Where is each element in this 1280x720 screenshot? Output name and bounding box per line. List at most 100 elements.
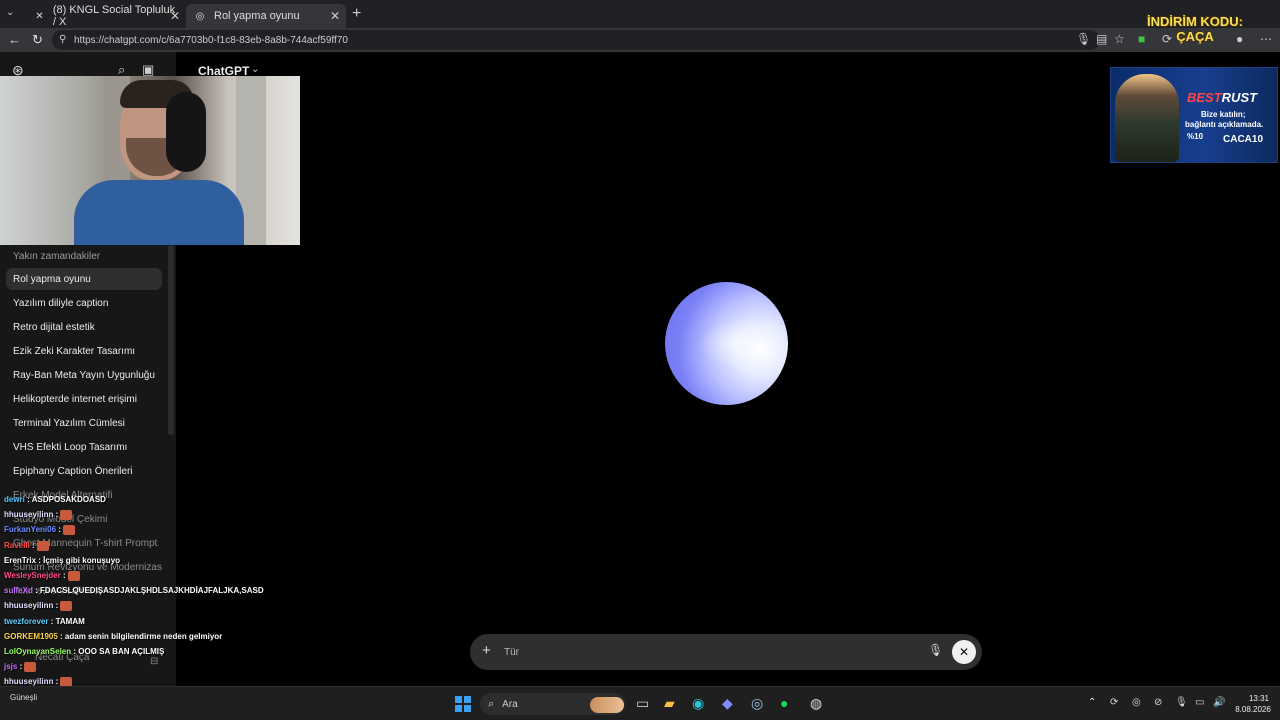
promo-code-overlay: İNDİRİM KODU: ÇAÇA bbox=[1140, 14, 1250, 44]
address-bar[interactable]: ⚲ https://chatgpt.com/c/6a7703b0-f1c8-83… bbox=[52, 30, 1100, 50]
chat-message: WesleySnejder : bbox=[4, 571, 80, 581]
display-icon[interactable]: ▭ bbox=[1195, 697, 1204, 708]
promo-line-2: ÇAÇA bbox=[1176, 29, 1214, 44]
chat-separator: : bbox=[48, 616, 56, 626]
voice-orb-highlight bbox=[700, 318, 770, 368]
ad-brand: BESTRUST bbox=[1187, 90, 1257, 105]
new-tab-icon[interactable]: + bbox=[352, 5, 361, 23]
conversation-item[interactable]: Rol yapma oyunu bbox=[6, 268, 162, 290]
conversation-item[interactable]: VHS Efekti Loop Tasarımı bbox=[6, 436, 162, 458]
chat-emote bbox=[36, 540, 49, 551]
browser-toolbar: ← ↻ ⚲ https://chatgpt.com/c/6a7703b0-f1c… bbox=[0, 28, 1280, 52]
recents-header: Yakın zamandakiler bbox=[13, 251, 101, 262]
ad-soldier-image bbox=[1115, 74, 1179, 162]
chat-separator: : bbox=[32, 586, 41, 596]
microphone-icon[interactable]: 🎙 bbox=[1076, 32, 1091, 46]
chat-separator: : bbox=[53, 601, 61, 611]
reload-icon[interactable]: ↻ bbox=[32, 32, 43, 48]
chat-separator: : bbox=[56, 525, 64, 535]
end-voice-button[interactable]: ✕ bbox=[952, 640, 976, 664]
taskbar-search-label: Ara bbox=[502, 698, 518, 710]
chat-emote bbox=[63, 525, 76, 536]
mic-tray-icon[interactable]: 🎙 bbox=[1175, 697, 1188, 708]
promo-line-1: İNDİRİM KODU: bbox=[1146, 14, 1244, 29]
ad-banner: BESTRUST Bize katılın; bağlantı açıklama… bbox=[1110, 67, 1278, 163]
steam-tray-icon[interactable]: ◎ bbox=[1132, 697, 1141, 708]
add-attachment-icon[interactable]: + bbox=[482, 642, 491, 659]
weather-widget[interactable]: Güneşli bbox=[10, 693, 37, 702]
message-input[interactable] bbox=[504, 643, 904, 661]
reader-mode-icon[interactable]: ▤ bbox=[1096, 32, 1107, 46]
close-tab-icon[interactable]: ✕ bbox=[170, 9, 180, 23]
sidebar-scrollbar[interactable] bbox=[168, 245, 174, 435]
conversation-item[interactable]: Helikopterde internet erişimi bbox=[6, 388, 162, 410]
chevron-down-icon[interactable]: ⌄ bbox=[251, 64, 259, 75]
microphone-icon[interactable]: 🎙 bbox=[928, 643, 943, 657]
headset bbox=[166, 92, 206, 172]
conversation-item[interactable]: Retro dijital estetik bbox=[6, 316, 162, 338]
chat-emote bbox=[67, 571, 80, 581]
chat-separator: : bbox=[60, 571, 68, 581]
conversation-item[interactable]: Terminal Yazılım Cümlesi bbox=[6, 412, 162, 434]
composer: + 🎙 ✕ bbox=[470, 634, 982, 670]
search-icon: ⌕ bbox=[488, 697, 495, 710]
chat-message: GORKEM1905 : adam senin bilgilendirme ne… bbox=[4, 632, 222, 641]
volume-icon[interactable]: 🔊 bbox=[1213, 697, 1225, 708]
conversation-item[interactable]: Yazılım diliyle caption bbox=[6, 292, 162, 314]
chat-username: hhuuseyilinn bbox=[4, 510, 54, 520]
more-menu-icon[interactable]: ⋯ bbox=[1260, 32, 1272, 46]
ad-brand-b: RUST bbox=[1221, 90, 1258, 105]
favorite-star-icon[interactable]: ☆ bbox=[1114, 32, 1125, 46]
chat-message: jsjs : bbox=[4, 662, 37, 673]
steam-icon[interactable]: ◎ bbox=[751, 695, 763, 712]
ad-brand-a: BEST bbox=[1187, 90, 1222, 105]
chat-message: FurkanYeni06 : bbox=[4, 525, 76, 536]
clock-time[interactable]: 13:31 bbox=[1244, 694, 1274, 703]
chat-text: adam senin bilgilendirme neden gelmiyor bbox=[64, 631, 223, 641]
chat-message: twezforever : TAMAM bbox=[4, 617, 85, 626]
tab-x-social[interactable]: ✕ (8) KNGL Social Topluluk / X ✕ bbox=[26, 4, 186, 28]
network-off-icon[interactable]: ⊘ bbox=[1154, 697, 1162, 708]
chat-message: hhuuseyilinn : bbox=[4, 601, 73, 612]
ad-line-2: bağlantı açıklamada. bbox=[1185, 120, 1264, 129]
ad-discount: %10 bbox=[1187, 132, 1204, 141]
browser-tab-bar: ⌄ ✕ (8) KNGL Social Topluluk / X ✕ ◎ Rol… bbox=[0, 0, 1280, 28]
chat-username: hhuuseyilinn bbox=[4, 601, 54, 611]
search-highlight-decoration bbox=[590, 697, 624, 713]
chat-username: ErenTrix bbox=[4, 555, 37, 565]
conversation-item[interactable]: Ray-Ban Meta Yayın Uygunluğu bbox=[6, 364, 162, 386]
tab-list-chevron-icon[interactable]: ⌄ bbox=[6, 7, 20, 21]
chat-message: hhuuseyilinn : bbox=[4, 510, 73, 521]
chat-username: RaveIII bbox=[4, 540, 30, 550]
webcam-overlay bbox=[0, 76, 300, 245]
site-info-icon[interactable]: ⚲ bbox=[59, 34, 66, 45]
chat-username: WesleySnejder bbox=[4, 571, 61, 581]
chat-text: İçmiş gibi konuşuyo bbox=[43, 555, 121, 565]
back-icon[interactable]: ← bbox=[8, 32, 21, 47]
task-view-icon[interactable]: ▭ bbox=[636, 695, 649, 712]
close-tab-icon[interactable]: ✕ bbox=[330, 9, 340, 23]
chrome-icon[interactable]: ◍ bbox=[810, 695, 822, 712]
edge-browser-icon[interactable]: ◉ bbox=[692, 695, 704, 712]
chat-message: ErenTrix : İçmiş gibi konuşuyo bbox=[4, 556, 120, 565]
clock-date[interactable]: 8.08.2026 bbox=[1232, 705, 1274, 714]
chat-separator: : bbox=[17, 662, 25, 672]
ad-line-1: Bize katılın; bbox=[1201, 110, 1246, 119]
chat-username: LolOynayanSelen bbox=[4, 647, 72, 656]
chat-separator: : bbox=[57, 631, 65, 641]
chat-text: TAMAM bbox=[55, 616, 85, 626]
start-windows-icon[interactable] bbox=[455, 696, 471, 712]
chat-username: jsjs bbox=[4, 662, 18, 672]
sync-icon[interactable]: ⟳ bbox=[1110, 697, 1118, 708]
ad-code: CACA10 bbox=[1223, 134, 1264, 145]
tray-chevron-up-icon[interactable]: ⌃ bbox=[1088, 697, 1096, 708]
streamer-body bbox=[74, 180, 244, 245]
chat-username: sulfeXd bbox=[4, 586, 33, 596]
conversation-item[interactable]: Epiphany Caption Önerileri bbox=[6, 460, 162, 482]
chat-username: GORKEM1905 bbox=[4, 631, 58, 641]
discord-icon[interactable]: ◆ bbox=[722, 695, 733, 712]
file-explorer-icon[interactable]: ▰ bbox=[664, 695, 675, 712]
tab-rol-yapma[interactable]: ◎ Rol yapma oyunu ✕ bbox=[186, 4, 346, 28]
conversation-item[interactable]: Ezik Zeki Karakter Tasarımı bbox=[6, 340, 162, 362]
spotify-icon[interactable]: ● bbox=[780, 695, 788, 711]
